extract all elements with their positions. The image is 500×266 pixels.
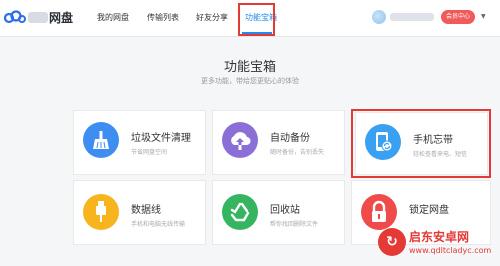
card-auto-backup[interactable]: 自动备份 随时备份，告别丢失 — [212, 110, 345, 175]
cloud-upload-icon — [222, 122, 258, 158]
watermark-logo-icon: ↻ — [378, 228, 406, 256]
card-junk-cleanup[interactable]: 垃圾文件清理 节省网盘空间 — [73, 110, 206, 175]
page-title: 功能宝箱 — [223, 60, 276, 75]
nav-my-drive[interactable]: 我的网盘 — [97, 12, 129, 23]
cloud-logo-icon[interactable] — [4, 10, 26, 24]
usb-cable-icon — [83, 194, 119, 230]
nav-transfer-list[interactable]: 传输列表 — [147, 12, 179, 23]
watermark-title: 启东安卓网 — [409, 230, 470, 244]
card-data-cable[interactable]: 数据线 手机和电脑无线传输 — [73, 180, 206, 245]
card-title: 回收站 — [270, 205, 300, 216]
card-description: 节省网盘空间 — [131, 149, 168, 156]
nav-friend-share[interactable]: 好友分享 — [196, 12, 228, 23]
card-description: 手机和电脑无线传输 — [131, 221, 186, 228]
card-description: 随时备份，告别丢失 — [270, 149, 325, 156]
page-subtitle: 更多功能，带给您更贴心的体验 — [201, 77, 299, 85]
username-blurred[interactable] — [390, 13, 434, 21]
card-title: 垃圾文件清理 — [131, 133, 191, 144]
logo-blurred — [28, 12, 48, 23]
card-highlight-box — [351, 109, 491, 178]
broom-icon — [83, 122, 119, 158]
card-description: 帮你找回删除文件 — [270, 221, 319, 228]
card-recycle-bin[interactable]: 回收站 帮你找回删除文件 — [212, 180, 345, 245]
nav-highlight-box — [238, 3, 275, 36]
site-watermark: ↻ 启东安卓网 www.qdltcladyc.com — [378, 226, 498, 264]
card-title: 自动备份 — [270, 133, 310, 144]
recycle-icon — [222, 194, 258, 230]
vip-center-button[interactable]: 会员中心 — [441, 10, 475, 24]
chevron-down-icon[interactable]: ▼ — [481, 13, 486, 20]
card-title: 锁定网盘 — [409, 205, 449, 216]
lock-icon — [361, 194, 397, 230]
avatar[interactable] — [372, 10, 386, 24]
card-title: 数据线 — [131, 205, 161, 216]
logo-text[interactable]: 网盘 — [49, 9, 73, 26]
watermark-url: www.qdltcladyc.com — [409, 246, 492, 255]
top-nav-bar: 网盘 我的网盘 传输列表 好友分享 功能宝箱 会员中心 ▼ — [0, 0, 500, 37]
